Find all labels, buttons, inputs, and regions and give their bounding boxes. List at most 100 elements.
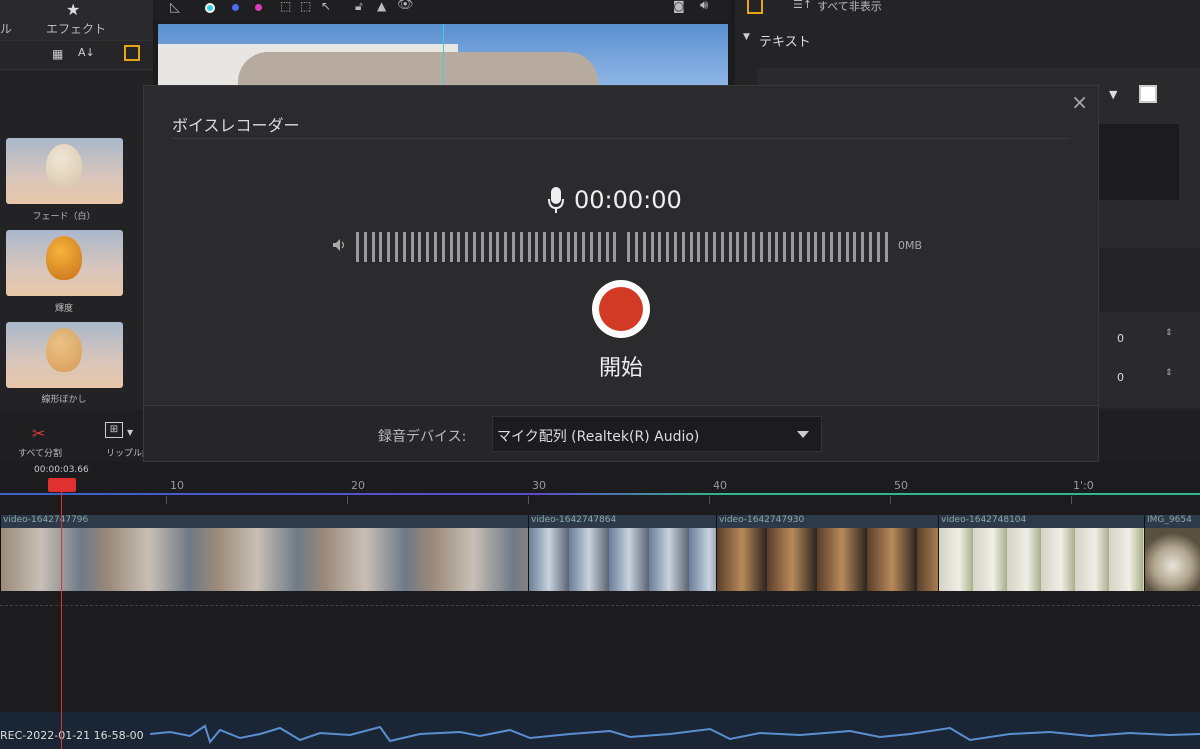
level-bar xyxy=(535,232,539,262)
level-bar xyxy=(582,232,586,262)
level-bar xyxy=(434,232,437,262)
level-bar xyxy=(767,232,771,262)
level-bar xyxy=(666,232,670,262)
tick-label: 30 xyxy=(532,479,546,492)
split-all-icon[interactable]: ✂ xyxy=(32,424,45,443)
level-bar xyxy=(837,232,841,262)
tick-label: 50 xyxy=(894,479,908,492)
level-bar xyxy=(480,232,484,262)
effect-thumb-fade-white[interactable] xyxy=(6,138,123,204)
level-bar xyxy=(814,232,818,262)
video-clip[interactable]: video-1642747930 xyxy=(716,515,938,591)
level-bar xyxy=(783,232,787,262)
color-magenta-icon[interactable] xyxy=(255,4,262,11)
select-tool-icon[interactable]: ⬚ xyxy=(280,0,291,13)
ripple-edit-label[interactable]: リップル編集 xyxy=(106,446,143,459)
dialog-footer: 録音デバイス: マイク配列 (Realtek(R) Audio) xyxy=(144,405,1098,461)
recording-device-label: 録音デバイス: xyxy=(378,429,467,445)
level-bar xyxy=(473,232,476,262)
guide-line xyxy=(443,24,444,86)
level-bar xyxy=(574,232,578,262)
level-bar xyxy=(681,232,685,262)
level-bar xyxy=(697,232,701,262)
level-bar xyxy=(822,232,826,262)
level-bar xyxy=(627,232,631,262)
level-bar xyxy=(449,232,453,262)
clip-frames xyxy=(717,528,938,591)
color-swatch[interactable] xyxy=(1139,85,1157,103)
level-bar xyxy=(590,232,593,262)
collapse-icon[interactable]: ▼ xyxy=(743,32,750,42)
left-tabs: ル ★ エフェクト xyxy=(0,0,153,40)
panel-icon[interactable] xyxy=(747,0,763,14)
volume-icon[interactable]: 🔊︎ xyxy=(700,0,708,13)
video-clip[interactable]: video-1642747796 xyxy=(0,515,528,591)
start-label[interactable]: 開始 xyxy=(592,350,650,382)
clip-frames xyxy=(1145,528,1200,591)
tick-label: 10 xyxy=(170,479,184,492)
fill-icon[interactable]: ▲ xyxy=(377,0,386,13)
timeline-ruler[interactable]: 00:00:03.66 10 20 30 40 50 1':0 xyxy=(0,462,1200,512)
video-clip[interactable]: video-1642747864 xyxy=(528,515,716,591)
text-section-title: テキスト xyxy=(759,35,811,50)
video-clip[interactable]: video-1642748104 xyxy=(938,515,1144,591)
pointer-icon[interactable]: ↖ xyxy=(321,0,331,13)
playhead-handle[interactable] xyxy=(48,478,76,492)
video-track: video-1642747796 video-1642747864 video-… xyxy=(0,515,1200,591)
clip-label: IMG_9654 xyxy=(1147,515,1192,525)
level-bar xyxy=(488,232,492,262)
chevron-down-icon[interactable]: ▼ xyxy=(127,428,133,437)
playhead-time: 00:00:03.66 xyxy=(34,465,89,475)
effect-thumb-brightness[interactable] xyxy=(6,230,123,296)
clip-label: video-1642747864 xyxy=(531,515,617,525)
recording-device-select[interactable]: マイク配列 (Realtek(R) Audio) xyxy=(492,416,822,452)
eye-icon[interactable]: 👁︎ xyxy=(397,0,414,12)
level-bar xyxy=(853,232,857,262)
balloon-icon xyxy=(46,144,82,188)
level-bar xyxy=(744,232,748,262)
tab-effects[interactable]: エフェクト xyxy=(46,20,106,37)
record-button[interactable] xyxy=(592,280,650,338)
close-icon[interactable]: × xyxy=(1071,90,1088,114)
level-bar xyxy=(861,232,865,262)
grid-view-icon[interactable]: ▦ xyxy=(52,47,63,61)
video-clip[interactable]: IMG_9654 xyxy=(1144,515,1200,591)
level-bar xyxy=(387,232,391,262)
level-bar xyxy=(674,232,677,262)
level-bar xyxy=(519,232,523,262)
panel-toggle-icon[interactable] xyxy=(124,45,140,61)
color-blue-icon[interactable] xyxy=(232,4,239,11)
spinner-icon[interactable]: ⇕ xyxy=(1165,368,1173,378)
recording-device-value: マイク配列 (Realtek(R) Audio) xyxy=(497,429,700,445)
effect-name: 輝度 xyxy=(54,304,73,314)
camera-icon[interactable]: ◙ xyxy=(673,0,685,13)
ruler-icon[interactable]: ◺ xyxy=(170,0,180,15)
color-cyan-icon[interactable] xyxy=(205,3,215,13)
split-all-label[interactable]: すべて分割 xyxy=(18,446,62,459)
level-bar xyxy=(705,232,709,262)
hide-all-icon[interactable]: ☰↑ xyxy=(793,0,812,11)
effect-thumb-linear-blur[interactable] xyxy=(6,322,123,388)
level-bar xyxy=(884,232,888,262)
tab-partial[interactable]: ル xyxy=(0,20,12,37)
value-field[interactable]: 0 xyxy=(1117,332,1124,345)
hide-all-label[interactable]: すべて非表示 xyxy=(817,0,882,14)
level-bar xyxy=(613,232,617,262)
level-bar xyxy=(713,232,716,262)
dropdown-arrow-icon[interactable]: ▼ xyxy=(1109,88,1117,101)
level-bar xyxy=(504,232,508,262)
ruler-line xyxy=(0,493,1200,495)
sort-icon[interactable]: A↓ xyxy=(78,46,95,59)
tick xyxy=(528,496,529,504)
select-region-icon[interactable]: ⬚ xyxy=(300,0,311,13)
video-preview[interactable] xyxy=(158,24,728,86)
level-bar xyxy=(597,232,601,262)
lock-icon[interactable]: 🔓︎ xyxy=(355,0,363,14)
level-bar xyxy=(551,232,554,262)
spinner-icon[interactable]: ⇕ xyxy=(1165,328,1173,338)
dialog-separator xyxy=(172,138,1070,139)
audio-track[interactable]: REC-2022-01-21 16-58-00 xyxy=(0,712,1200,749)
value-field[interactable]: 0 xyxy=(1117,371,1124,384)
ripple-edit-icon[interactable]: ⊞ xyxy=(105,422,123,438)
level-meter xyxy=(332,232,932,262)
